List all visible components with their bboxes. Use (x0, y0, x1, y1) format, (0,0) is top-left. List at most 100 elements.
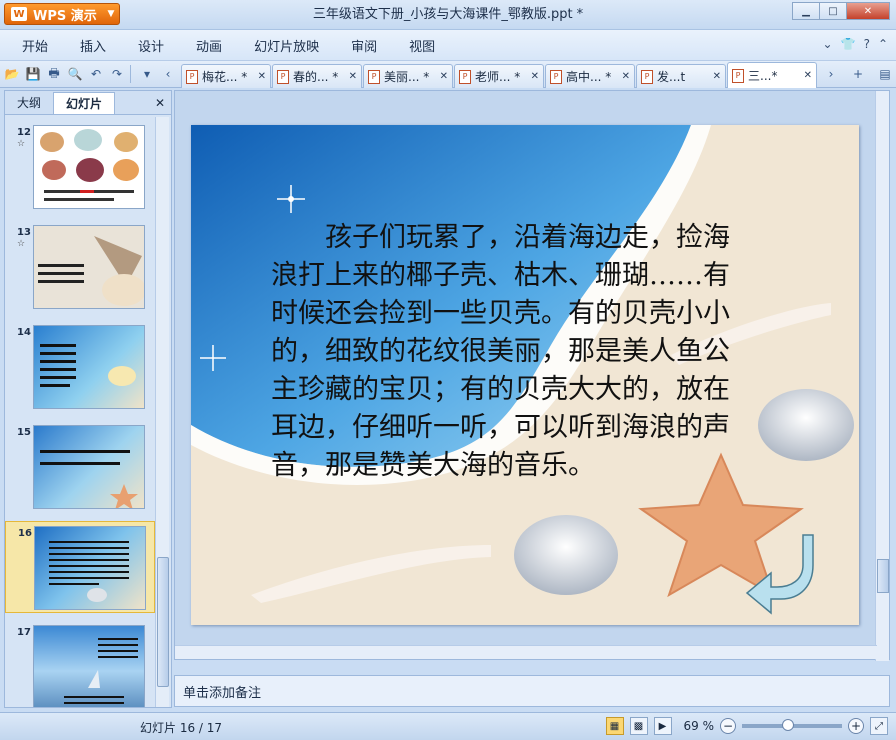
doc-tab[interactable]: P 梅花... * ✕ (181, 64, 271, 88)
menu-item-review[interactable]: 审阅 (351, 36, 377, 55)
current-slide[interactable]: 孩子们玩累了，沿着海边走，捡海浪打上来的椰子壳、枯木、珊瑚……有时候还会捡到一些… (191, 125, 859, 625)
slide-thumbnail-selected[interactable]: 16 (5, 521, 155, 613)
new-tab-icon[interactable]: + (849, 65, 867, 83)
ppt-file-icon: P (732, 68, 744, 83)
ppt-file-icon: P (550, 69, 562, 84)
editor-horizontal-scrollbar[interactable] (175, 645, 877, 659)
collapse-ribbon-icon[interactable]: ⌃ (878, 37, 888, 51)
slide-thumbnail[interactable]: 13 ☆ (5, 221, 155, 313)
print-preview-icon[interactable]: 🔍 (66, 65, 84, 83)
window-title: 三年级语文下册_小孩与大海课件_鄂教版.ppt * (312, 7, 584, 22)
slide-number: 12 (17, 127, 31, 138)
menu-item-view[interactable]: 视图 (409, 36, 435, 55)
zoom-in-icon[interactable]: + (848, 718, 864, 734)
slide-number: 17 (17, 627, 31, 638)
wps-logo-icon: W (11, 7, 27, 21)
menu-item-animation[interactable]: 动画 (196, 36, 222, 55)
save-icon[interactable]: 💾 (24, 65, 42, 83)
chevron-down-icon[interactable]: ⌄ (823, 37, 833, 51)
customize-toolbar-icon[interactable]: ▾ (138, 65, 156, 83)
normal-view-icon[interactable]: ▦ (605, 717, 624, 735)
close-tab-icon[interactable]: ✕ (349, 71, 357, 82)
slide-sorter-icon[interactable]: ▩ (629, 717, 648, 735)
tab-list-icon[interactable]: ▤ (876, 65, 894, 83)
slide-preview (33, 325, 145, 409)
scroll-thumb[interactable] (877, 559, 889, 593)
slide-thumbnail[interactable]: 12 ☆ (5, 121, 155, 213)
notes-placeholder: 单击添加备注 (183, 686, 262, 701)
open-folder-icon[interactable]: 📂 (3, 65, 21, 83)
zoom-slider-handle[interactable] (782, 719, 794, 731)
status-bar: 幻灯片 16 / 17 ▦ ▩ ▶ 69 % − + ⤢ (0, 712, 896, 740)
slide-number: 15 (17, 427, 31, 438)
close-tab-icon[interactable]: ✕ (804, 70, 812, 81)
slide-thumbnail[interactable]: 15 (5, 421, 155, 513)
tab-scroll-left-icon[interactable]: ‹ (159, 65, 177, 83)
skin-icon[interactable]: 👕 (841, 37, 856, 51)
doc-tab[interactable]: P 发...t ✕ (636, 64, 726, 88)
menu-item-home[interactable]: 开始 (22, 36, 48, 55)
doc-tab-active[interactable]: P 三...* ✕ (727, 62, 817, 88)
slide-preview (33, 225, 145, 309)
menu-bar: 开始 插入 设计 动画 幻灯片放映 审阅 视图 ⌄ 👕 ? ⌃ (0, 30, 896, 60)
redo-icon[interactable]: ↷ (108, 65, 126, 83)
menu-item-insert[interactable]: 插入 (80, 36, 106, 55)
ppt-file-icon: P (186, 69, 198, 84)
slide-preview (33, 125, 145, 209)
title-bar: W WPS 演示 ▼ 三年级语文下册_小孩与大海课件_鄂教版.ppt * ▁ □… (0, 0, 896, 30)
wps-menu-button[interactable]: W WPS 演示 ▼ (4, 3, 120, 25)
slide-count: 幻灯片 16 / 17 (140, 721, 223, 735)
doc-tab[interactable]: P 美丽... * ✕ (363, 64, 453, 88)
animation-star-icon: ☆ (17, 139, 26, 149)
ppt-file-icon: P (368, 69, 380, 84)
doc-tab[interactable]: P 高中... * ✕ (545, 64, 635, 88)
close-tab-icon[interactable]: ✕ (622, 71, 630, 82)
print-icon[interactable]: 🖶 (45, 65, 63, 83)
ppt-file-icon: P (641, 69, 653, 84)
menu-item-design[interactable]: 设计 (138, 36, 164, 55)
ppt-file-icon: P (277, 69, 289, 84)
doc-tab[interactable]: P 老师... * ✕ (454, 64, 544, 88)
close-tab-icon[interactable]: ✕ (258, 71, 266, 82)
maximize-button[interactable]: □ (819, 2, 847, 20)
toolbar-divider (130, 65, 131, 83)
menu-item-slideshow[interactable]: 幻灯片放映 (254, 36, 319, 55)
quick-toolbar: 📂 💾 🖶 🔍 ↶ ↷ ▾ ‹ P 梅花... * ✕ P 春的... * ✕ P 美丽.… (0, 60, 896, 88)
close-tab-icon[interactable]: ✕ (440, 71, 448, 82)
slideshow-icon[interactable]: ▶ (653, 717, 672, 735)
slide-editor: 孩子们玩累了，沿着海边走，捡海浪打上来的椰子壳、枯木、珊瑚……有时候还会捡到一些… (174, 90, 890, 661)
thumbnail-scrollbar[interactable] (155, 117, 169, 707)
slide-body-text[interactable]: 孩子们玩累了，沿着海边走，捡海浪打上来的椰子壳、枯木、珊瑚……有时候还会捡到一些… (271, 219, 751, 485)
chevron-down-icon: ▼ (107, 9, 115, 19)
slide-thumbnail[interactable]: 14 (5, 321, 155, 413)
tab-slides[interactable]: 幻灯片 (53, 92, 116, 114)
slide-thumbnail[interactable]: 17 (5, 621, 155, 707)
slide-number: 13 (17, 227, 31, 238)
ppt-file-icon: P (459, 69, 471, 84)
slide-number: 14 (17, 327, 31, 338)
zoom-out-icon[interactable]: − (720, 718, 736, 734)
doc-tab[interactable]: P 春的... * ✕ (272, 64, 362, 88)
help-icon[interactable]: ? (864, 37, 870, 51)
slide-panel: 大纲 幻灯片 ✕ 12 ☆ 13 ☆ 14 15 16 17 (4, 90, 172, 708)
slide-preview (34, 526, 146, 610)
minimize-button[interactable]: ▁ (792, 2, 820, 20)
scroll-thumb[interactable] (157, 557, 169, 687)
tab-scroll-right-icon[interactable]: › (822, 65, 840, 83)
close-panel-icon[interactable]: ✕ (155, 96, 165, 110)
fit-window-icon[interactable]: ⤢ (870, 717, 888, 735)
editor-vertical-scrollbar[interactable] (875, 91, 889, 661)
close-tab-icon[interactable]: ✕ (713, 71, 721, 82)
animation-star-icon: ☆ (17, 239, 26, 249)
slide-preview (33, 625, 145, 707)
close-button[interactable]: ✕ (846, 2, 890, 20)
slide-preview (33, 425, 145, 509)
tab-outline[interactable]: 大纲 (5, 92, 53, 114)
zoom-slider[interactable] (742, 719, 842, 731)
document-tabs: P 梅花... * ✕ P 春的... * ✕ P 美丽... * ✕ P 老师... * ✕ … (181, 60, 818, 88)
notes-pane[interactable]: 单击添加备注 (174, 675, 890, 707)
undo-icon[interactable]: ↶ (87, 65, 105, 83)
wps-menu-label: WPS 演示 (33, 8, 97, 24)
zoom-level: 69 % (683, 719, 715, 733)
close-tab-icon[interactable]: ✕ (531, 71, 539, 82)
